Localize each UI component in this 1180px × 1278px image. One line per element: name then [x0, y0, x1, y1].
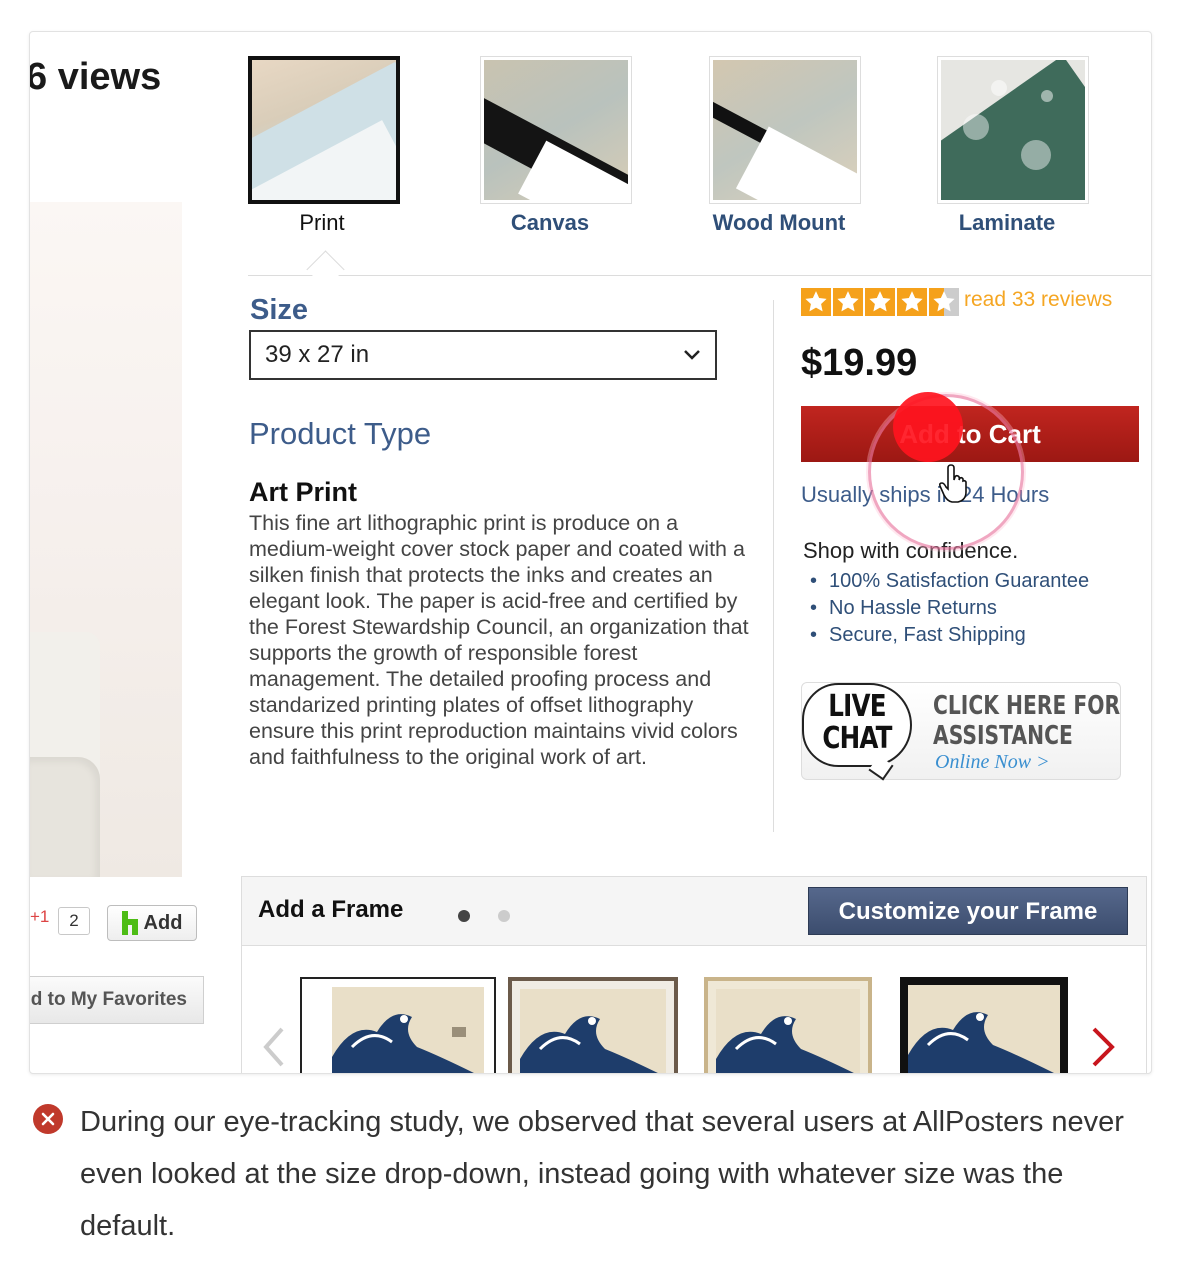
- carousel-dot[interactable]: [498, 910, 510, 922]
- frame-option[interactable]: [300, 977, 496, 1073]
- product-type-title: Art Print: [249, 477, 357, 507]
- column-divider: [773, 300, 774, 832]
- confidence-item[interactable]: No Hassle Returns: [810, 595, 1089, 622]
- chevron-left-icon[interactable]: [260, 1027, 290, 1067]
- chat-cta-line2: ASSISTANCE: [933, 721, 1073, 751]
- option-thumb-laminate[interactable]: [937, 56, 1089, 204]
- screenshot-panel: 6 views i +1 2 Add Add to My Favorites: [29, 31, 1152, 1074]
- live-chat-banner[interactable]: LIVE CHAT CLICK HERE FOR ASSISTANCE Onli…: [801, 682, 1121, 781]
- chat-bubble-line2: CHAT: [822, 721, 892, 756]
- option-label-wood-mount[interactable]: Wood Mount: [699, 210, 859, 236]
- confidence-item[interactable]: Secure, Fast Shipping: [810, 622, 1089, 649]
- hand-cursor-icon: [938, 464, 967, 503]
- size-label: Size: [250, 294, 309, 326]
- option-thumb-print[interactable]: [248, 56, 400, 204]
- star-icon: [897, 288, 927, 316]
- star-icon: [865, 288, 895, 316]
- price: $19.99: [801, 342, 918, 384]
- chat-bubble-icon: LIVE CHAT: [802, 683, 912, 767]
- print-thumbnail-image: [252, 60, 396, 200]
- houzz-icon: [121, 911, 138, 935]
- chevron-down-icon: [684, 350, 700, 360]
- confidence-list: 100% Satisfaction Guarantee No Hassle Re…: [810, 568, 1089, 649]
- chat-bubble-line1: LIVE: [828, 689, 886, 724]
- error-icon: [33, 1104, 63, 1134]
- chevron-right-icon[interactable]: [1088, 1027, 1118, 1067]
- rating-stars: [801, 288, 959, 316]
- wave-artwork-image: [908, 985, 1060, 1073]
- frame-option[interactable]: [704, 977, 872, 1073]
- houzz-add-button[interactable]: Add: [107, 905, 197, 941]
- wave-artwork-image: [332, 987, 484, 1073]
- option-thumb-canvas[interactable]: [480, 56, 632, 204]
- half-star-icon: [929, 288, 959, 316]
- chat-cta: CLICK HERE FOR ASSISTANCE: [933, 691, 1120, 751]
- google-plus-count: 2: [58, 907, 90, 935]
- chat-cta-line1: CLICK HERE FOR: [933, 691, 1121, 721]
- room-preview-image: i: [30, 202, 182, 877]
- frame-option[interactable]: [508, 977, 678, 1073]
- size-dropdown[interactable]: 39 x 27 in: [249, 330, 717, 380]
- sofa-arm-image: [30, 757, 100, 877]
- selected-option-pointer: [306, 250, 345, 289]
- click-dot-indicator: [893, 392, 963, 462]
- wood-mount-thumbnail-image: [713, 60, 857, 200]
- add-to-favorites-button[interactable]: Add to My Favorites: [30, 976, 204, 1024]
- reviews-link[interactable]: read 33 reviews: [964, 288, 1112, 312]
- size-selected-value: 39 x 27 in: [265, 341, 370, 368]
- confidence-item[interactable]: 100% Satisfaction Guarantee: [810, 568, 1089, 595]
- add-frame-panel: Add a Frame Customize your Frame: [241, 876, 1147, 1073]
- wave-artwork-image: [716, 989, 860, 1073]
- options-divider: [248, 275, 1151, 276]
- product-type-description: This fine art lithographic print is prod…: [249, 511, 749, 769]
- houzz-add-label: Add: [143, 911, 183, 934]
- carousel-dot-active[interactable]: [458, 910, 470, 922]
- star-icon: [833, 288, 863, 316]
- frame-option[interactable]: [900, 977, 1068, 1073]
- option-label-print[interactable]: Print: [242, 210, 402, 236]
- option-label-laminate[interactable]: Laminate: [927, 210, 1087, 236]
- views-count: 6 views: [29, 56, 162, 98]
- google-plus-button[interactable]: +1: [30, 907, 49, 927]
- online-now-link[interactable]: Online Now >: [935, 751, 1050, 774]
- customize-frame-button[interactable]: Customize your Frame: [808, 887, 1128, 935]
- product-type-label: Product Type: [249, 416, 432, 451]
- frame-title: Add a Frame: [258, 896, 404, 923]
- annotation-text: During our eye-tracking study, we observ…: [80, 1106, 1124, 1242]
- laminate-thumbnail-image: [941, 60, 1085, 200]
- frame-header: Add a Frame Customize your Frame: [242, 877, 1146, 946]
- wave-artwork-image: [520, 989, 666, 1073]
- option-label-canvas[interactable]: Canvas: [470, 210, 630, 236]
- star-icon: [801, 288, 831, 316]
- canvas-thumbnail-image: [484, 60, 628, 200]
- option-thumb-wood-mount[interactable]: [709, 56, 861, 204]
